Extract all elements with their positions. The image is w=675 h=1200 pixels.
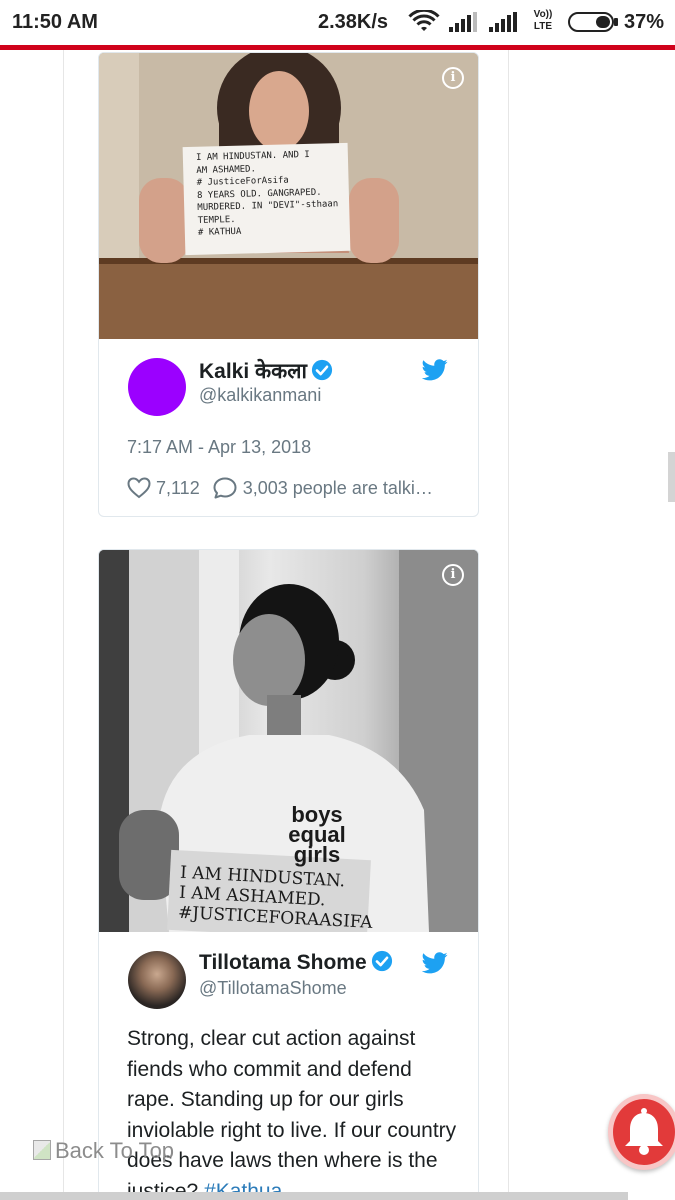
- broken-image-icon: [33, 1140, 51, 1160]
- author-name-text: Tillotama Shome: [199, 951, 367, 974]
- verified-badge-icon: [311, 359, 333, 381]
- tweet-timestamp[interactable]: 7:17 AM - Apr 13, 2018: [127, 437, 311, 458]
- author-handle[interactable]: @TillotamaShome: [199, 978, 347, 999]
- back-to-top-button[interactable]: Back To Top: [33, 1138, 174, 1164]
- tweet-actions: 7,112 3,003 people are talki…: [127, 475, 433, 501]
- battery-percent: 37%: [624, 11, 665, 33]
- author-name[interactable]: Kalki केकला: [199, 357, 333, 385]
- column-divider: [508, 50, 509, 1200]
- reply-icon[interactable]: [213, 477, 237, 499]
- side-scroll-tab[interactable]: [668, 452, 675, 502]
- tweet-body: Strong, clear cut action against fiends …: [127, 1027, 457, 1200]
- tweet-media-photo[interactable]: boys equal girls I AM HINDUSTAN. I AM AS…: [99, 550, 478, 932]
- signal-icon: [449, 12, 477, 32]
- shirt-print: boys equal girls: [277, 804, 357, 867]
- media-sign: I AM HINDUSTAN. AND I AM ASHAMED. # Just…: [196, 148, 348, 239]
- back-to-top-label: Back To Top: [55, 1138, 175, 1163]
- volte-indicator: Vo)) LTE: [530, 9, 556, 33]
- tweet-card[interactable]: I AM HINDUSTAN. AND I AM ASHAMED. # Just…: [98, 52, 479, 517]
- author-handle[interactable]: @kalkikanmani: [199, 385, 321, 406]
- info-icon[interactable]: i: [442, 67, 464, 89]
- bell-icon: [625, 1108, 663, 1155]
- verified-badge-icon: [371, 950, 392, 972]
- media-sign: I AM HINDUSTAN. I AM ASHAMED. #JUSTICEFO…: [178, 863, 381, 932]
- header-accent-bar: [0, 45, 675, 50]
- twitter-bird-icon[interactable]: [422, 952, 448, 974]
- column-divider: [63, 50, 64, 1200]
- avatar[interactable]: [128, 358, 186, 416]
- notification-bell-button[interactable]: [608, 1094, 675, 1170]
- author-name[interactable]: Tillotama Shome: [199, 950, 393, 975]
- wifi-icon: [408, 10, 440, 31]
- tweet-author[interactable]: Tillotama Shome @TillotamaShome: [99, 932, 478, 1022]
- like-count[interactable]: 7,112: [156, 478, 200, 499]
- battery-icon: [568, 12, 618, 32]
- conversation-count[interactable]: 3,003 people are talki…: [243, 478, 433, 499]
- signal-icon: [489, 12, 517, 32]
- tweet-card[interactable]: boys equal girls I AM HINDUSTAN. I AM AS…: [98, 549, 479, 1200]
- author-name-text: Kalki केकला: [199, 360, 307, 383]
- tweet-media-photo[interactable]: I AM HINDUSTAN. AND I AM ASHAMED. # Just…: [99, 53, 478, 339]
- heart-icon[interactable]: [127, 477, 151, 499]
- volte-label: Vo)): [533, 9, 553, 20]
- tweet-author[interactable]: Kalki केकला @kalkikanmani: [99, 339, 478, 429]
- network-speed: 2.38K/s: [318, 11, 389, 33]
- status-bar: 11:50 AM 2.38K/s Vo)) LTE 37%: [0, 0, 675, 44]
- avatar[interactable]: [128, 951, 186, 1009]
- horizontal-scrollbar[interactable]: [0, 1192, 628, 1200]
- tweet-text: Strong, clear cut action against fiends …: [127, 1024, 457, 1200]
- info-icon[interactable]: i: [442, 564, 464, 586]
- lte-label: LTE: [533, 21, 553, 32]
- twitter-bird-icon[interactable]: [422, 359, 448, 381]
- shirt-line: girls: [293, 842, 341, 867]
- status-time: 11:50 AM: [12, 11, 98, 33]
